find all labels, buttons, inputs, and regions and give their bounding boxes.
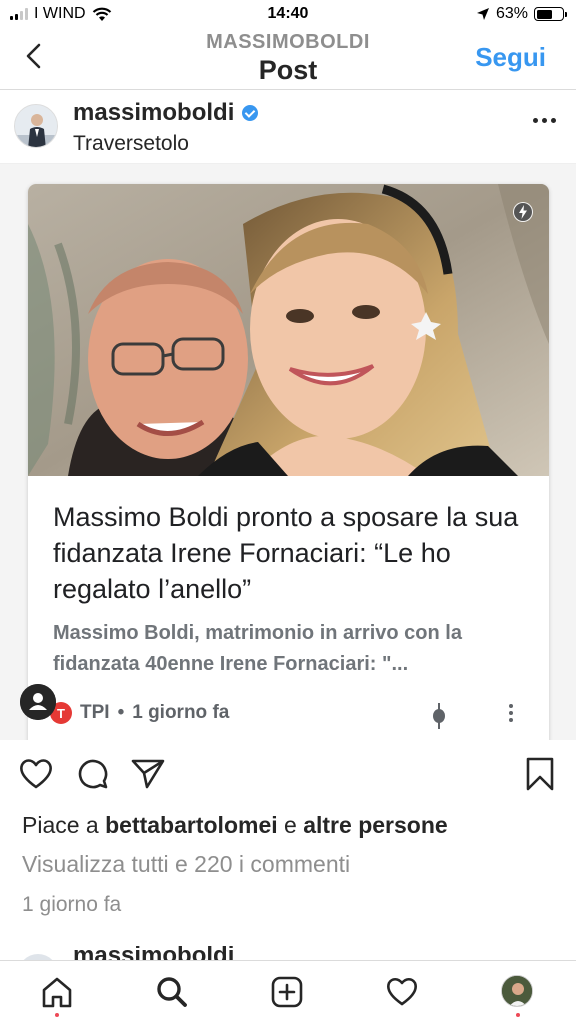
post-media[interactable]: Massimo Boldi pronto a sposare la sua fi… bbox=[0, 164, 576, 740]
card-menu-icon[interactable] bbox=[509, 704, 513, 722]
post-actions bbox=[0, 752, 576, 796]
activity-heart-icon bbox=[387, 977, 417, 1006]
comment-icon[interactable] bbox=[74, 756, 110, 792]
share-send-icon[interactable] bbox=[130, 756, 166, 792]
profile-tab[interactable] bbox=[501, 975, 535, 1017]
verified-badge-icon bbox=[242, 105, 259, 121]
home-notification-dot bbox=[55, 1013, 59, 1017]
view-comments-link[interactable]: Visualizza tutti e 220 i commenti bbox=[22, 851, 350, 878]
add-post-icon bbox=[271, 976, 303, 1008]
article-time: 1 giorno fa bbox=[132, 702, 230, 723]
more-options-icon[interactable] bbox=[533, 118, 556, 123]
tagged-user-icon[interactable] bbox=[20, 684, 56, 720]
bottom-tab-bar bbox=[0, 960, 576, 1024]
post-header: massimoboldi Traversetolo bbox=[0, 90, 576, 164]
like-heart-icon[interactable] bbox=[18, 756, 54, 792]
post-location[interactable]: Traversetolo bbox=[73, 132, 189, 156]
status-bar: I WIND 14:40 63% bbox=[0, 0, 576, 28]
pin-icon[interactable] bbox=[432, 702, 446, 730]
battery-percentage: 63% bbox=[495, 5, 528, 22]
article-headline[interactable]: Massimo Boldi pronto a sposare la sua fi… bbox=[53, 499, 533, 607]
next-post-username[interactable]: massimoboldi bbox=[73, 946, 234, 960]
post-username[interactable]: massimoboldi bbox=[73, 99, 234, 127]
source-name: TPI bbox=[80, 702, 110, 723]
next-post-header: massimoboldi bbox=[0, 946, 576, 960]
likes-joiner: e bbox=[284, 812, 297, 838]
home-tab[interactable] bbox=[40, 975, 74, 1017]
battery-icon bbox=[534, 7, 567, 21]
likes-summary[interactable]: Piace a bettabartolomei e altre persone bbox=[22, 812, 448, 839]
post-timestamp: 1 giorno fa bbox=[22, 893, 122, 916]
search-icon bbox=[157, 977, 187, 1007]
article-source-row: T TPI • 1 giorno fa bbox=[50, 702, 229, 724]
profile-notification-dot bbox=[516, 1013, 520, 1017]
amp-lightning-icon bbox=[513, 202, 533, 222]
location-arrow-icon bbox=[476, 8, 489, 20]
follow-button[interactable]: Segui bbox=[475, 42, 546, 73]
likes-prefix: Piace a bbox=[22, 812, 99, 838]
article-card[interactable]: Massimo Boldi pronto a sposare la sua fi… bbox=[28, 184, 549, 740]
activity-tab[interactable] bbox=[385, 975, 419, 1009]
profile-avatar bbox=[501, 975, 533, 1007]
article-snippet: Massimo Boldi, matrimonio in arrivo con … bbox=[53, 622, 462, 675]
home-icon bbox=[42, 977, 72, 1008]
bookmark-icon[interactable] bbox=[522, 756, 558, 792]
other-likers[interactable]: altre persone bbox=[303, 812, 447, 838]
user-avatar[interactable] bbox=[14, 104, 58, 148]
search-tab[interactable] bbox=[155, 975, 189, 1009]
article-photo bbox=[28, 184, 549, 476]
new-post-tab[interactable] bbox=[270, 975, 304, 1009]
separator-dot: • bbox=[117, 702, 125, 723]
liked-by-user[interactable]: bettabartolomei bbox=[105, 812, 278, 838]
navigation-bar: MASSIMOBOLDI Post Segui bbox=[0, 28, 576, 90]
